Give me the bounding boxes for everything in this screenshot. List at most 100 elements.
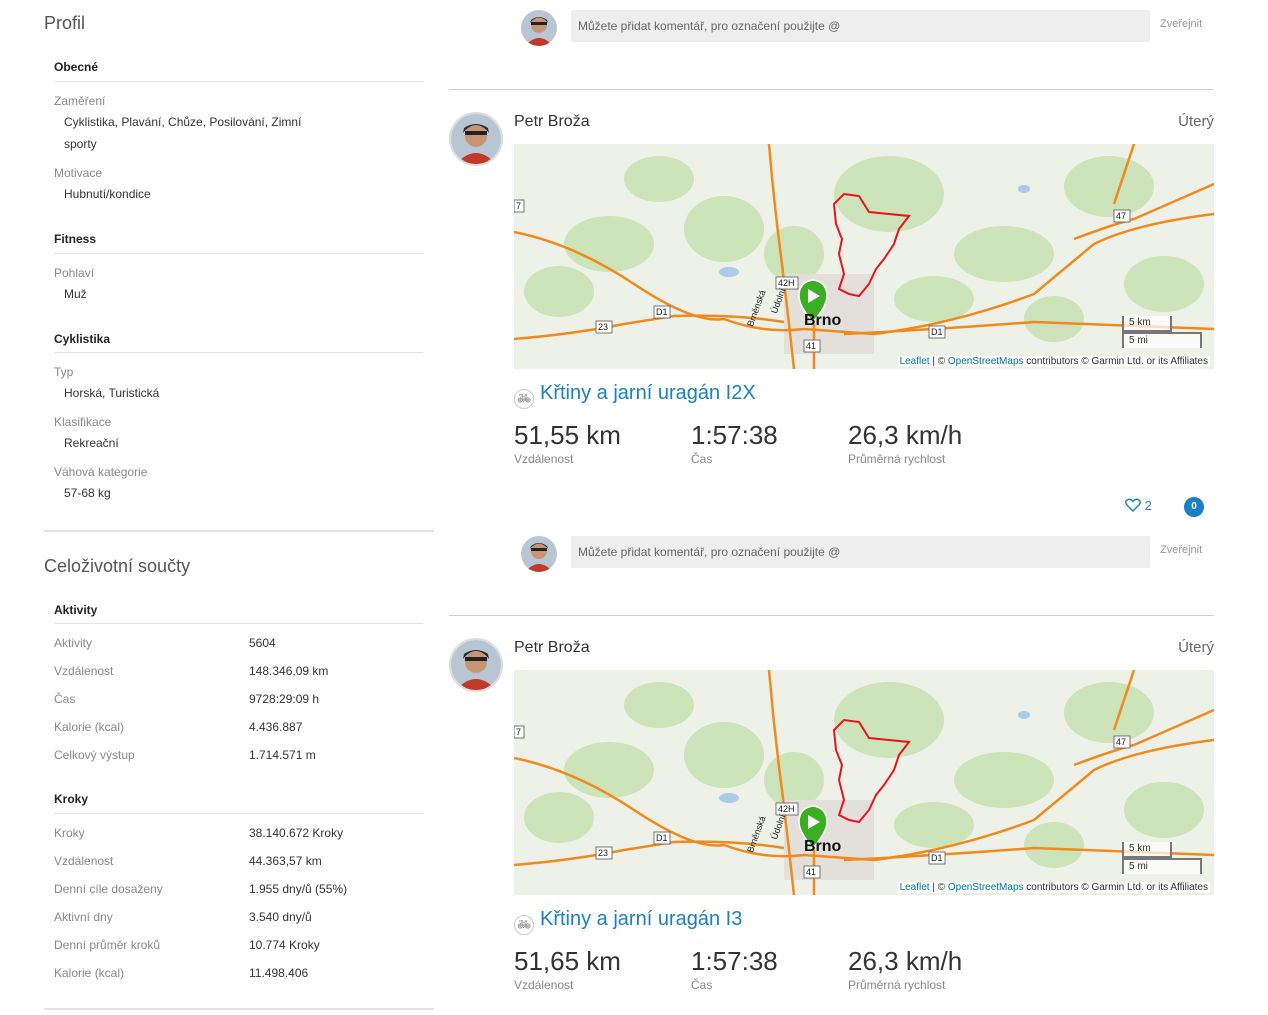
road-label: 47 [1116,737,1126,747]
distance-value: 51,55 km [514,420,621,450]
stat-label: Kalorie (kcal) [54,966,125,980]
activity-title[interactable]: Křtiny a jarní uragán I2X [540,382,756,404]
map-attribution: Leaflet | © OpenStreetMaps contributors … [897,356,1210,367]
distance-stat: 51,55 km Vzdálenost [514,420,621,466]
gender-value: Muž [64,287,87,301]
time-label: Čas [691,452,713,466]
speed-value: 26,3 km/h [848,946,963,976]
comment-input[interactable]: Můžete přidat komentář, pro označení pou… [571,10,1150,42]
focus-value: Cyklistika, Plavání, Chůze, Posilování, … [64,115,302,151]
profile-title: Profil [44,13,86,33]
road-label: 23 [598,848,608,858]
divider [54,623,423,624]
stat-label: Vzdálenost [54,664,114,678]
publish-button[interactable]: Zveřejnit [1160,18,1202,30]
comment-count-badge[interactable]: 0 [1184,497,1204,517]
motivation-label: Motivace [54,166,103,180]
road-label: D1 [656,833,668,843]
road-label: 47 [1116,211,1126,221]
distance-stat: 51,65 km Vzdálenost [514,946,621,992]
avatar[interactable] [521,536,557,572]
activity-title-link[interactable]: 🚲︎ Křtiny a jarní uragán I3 [514,908,742,935]
map-scale: 5 km 5 mi [1122,316,1202,348]
type-label: Typ [54,365,74,379]
stat-label: Vzdálenost [54,854,114,868]
section-divider [44,1008,434,1010]
lifetime-title: Celoživotní součty [44,556,191,576]
stat-label: Aktivní dny [54,910,113,924]
section-divider [44,530,434,532]
city-label: Brno [804,312,842,329]
time-stat: 1:57:38 Čas [691,420,778,466]
scale-mi: 5 mi [1122,332,1202,348]
stat-value: 38.140.672 Kroky [249,826,344,840]
user-name[interactable]: Petr Broža [514,113,590,131]
user-name[interactable]: Petr Broža [514,639,590,657]
time-value: 1:57:38 [691,946,778,976]
stat-value: 1.714.571 m [249,748,316,762]
speed-label: Průměrná rychlost [848,452,946,466]
stat-label: Kalorie (kcal) [54,720,125,734]
focus-label: Zaměření [54,94,106,108]
cycling-heading: Cyklistika [54,332,111,346]
scale-mi: 5 mi [1122,858,1202,874]
distance-label: Vzdálenost [514,978,574,992]
map-scale: 5 km 5 mi [1122,842,1202,874]
divider [54,81,423,82]
stat-value: 44.363,57 km [249,854,322,868]
fitness-heading: Fitness [54,232,97,246]
stat-label: Denní průměr kroků [54,938,161,952]
osm-link[interactable]: OpenStreetMaps [948,882,1024,893]
cycling-icon: 🚲︎ [514,915,534,935]
distance-value: 51,65 km [514,946,621,976]
user-avatar[interactable] [449,112,503,166]
heart-icon [1125,498,1141,512]
map-attribution: Leaflet | © OpenStreetMaps contributors … [897,882,1210,893]
osm-link[interactable]: OpenStreetMaps [948,356,1024,367]
stat-label: Celkový výstup [54,748,135,762]
activity-map[interactable]: Brno 42H D1 D1 23 41 47 7 Brněnská Údolní 5 km 5 … [514,670,1214,895]
road-label: D1 [931,327,943,337]
stat-value: 10.774 Kroky [249,938,320,952]
stat-label: Čas [54,692,76,706]
scale-km: 5 km [1122,842,1172,858]
time-value: 1:57:38 [691,420,778,450]
road-label: D1 [656,307,668,317]
activity-title[interactable]: Křtiny a jarní uragán I3 [540,908,742,930]
divider [54,253,423,254]
comment-input[interactable]: Můžete přidat komentář, pro označení pou… [571,536,1150,568]
weight-value: 57-68 kg [64,486,111,500]
attribution-sep: | © [929,882,948,893]
stat-label: Aktivity [54,636,93,650]
divider [54,813,423,814]
like-button[interactable]: 2 [1125,498,1152,513]
activity-day: Úterý [1178,113,1214,130]
speed-stat: 26,3 km/h Průměrná rychlost [848,420,962,466]
activity-map[interactable]: Brno 42H D1 D1 23 41 47 7 Brněnská Údolní 5 km 5 … [514,144,1214,369]
stat-value: 9728:29:09 h [249,692,320,706]
leaflet-link[interactable]: Leaflet [900,356,930,367]
stat-value: 4.436.887 [249,720,303,734]
activity-title-link[interactable]: 🚲︎ Křtiny a jarní uragán I2X [514,382,756,409]
leaflet-link[interactable]: Leaflet [900,882,930,893]
stat-value: 3.540 dny/ů [249,910,312,924]
stat-value: 148.346,09 km [249,664,329,678]
feed-divider [449,615,1214,616]
user-avatar[interactable] [449,638,503,692]
attribution-text: contributors © Garmin Ltd. or its Affili… [1023,882,1208,893]
attribution-text: contributors © Garmin Ltd. or its Affili… [1023,356,1208,367]
divider [54,352,423,353]
comment-row: Můžete přidat komentář, pro označení pou… [521,10,1211,46]
activity-feed: Můžete přidat komentář, pro označení pou… [449,0,1214,1015]
class-label: Klasifikace [54,415,112,429]
type-value: Horská, Turistická [64,386,160,400]
speed-label: Průměrná rychlost [848,978,946,992]
city-label: Brno [804,838,842,855]
publish-button[interactable]: Zveřejnit [1160,544,1202,556]
avatar[interactable] [521,10,557,46]
gender-label: Pohlaví [54,266,95,280]
general-heading: Obecné [54,60,99,74]
activity-day: Úterý [1178,639,1214,656]
attribution-sep: | © [929,356,948,367]
stat-value: 5604 [249,636,276,650]
